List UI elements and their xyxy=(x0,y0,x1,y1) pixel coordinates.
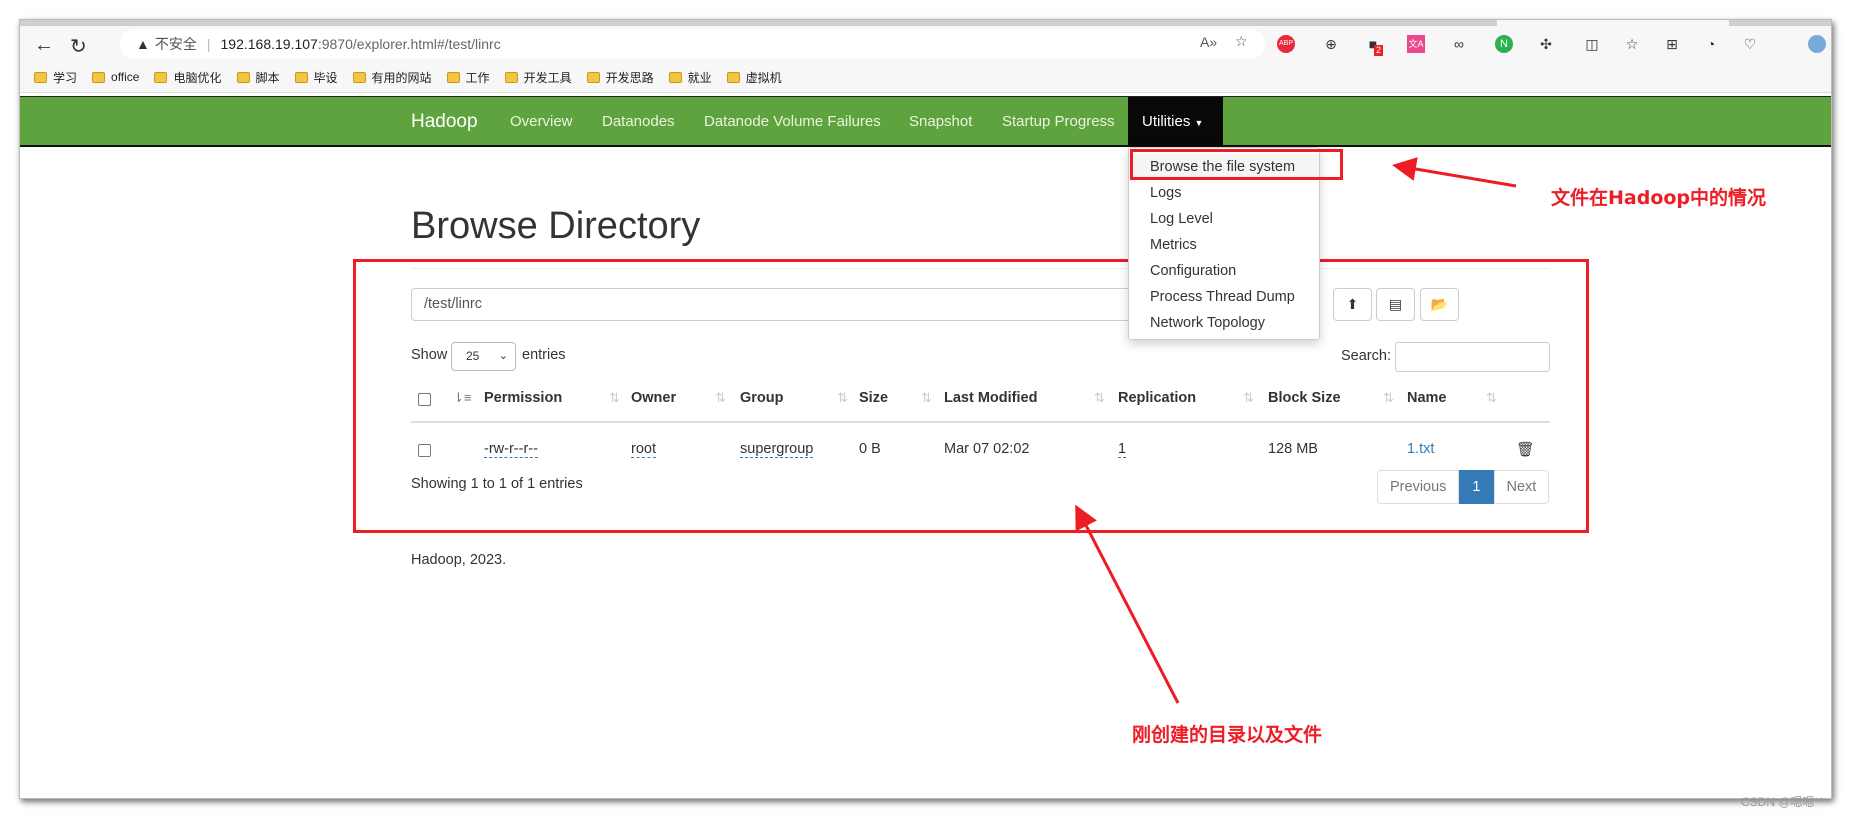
arrow-to-table xyxy=(1075,504,1180,704)
annotation-arrows xyxy=(1075,157,1517,704)
browser-window: ← ↻ ▲ 不安全 | 192.168.19.107:9870/explorer… xyxy=(19,19,1832,799)
arrow-to-menu xyxy=(1392,157,1517,188)
annotation-top: 文件在Hadoop中的情况 xyxy=(1551,187,1767,209)
annotation-bottom: 刚创建的目录以及文件 xyxy=(1132,724,1323,746)
